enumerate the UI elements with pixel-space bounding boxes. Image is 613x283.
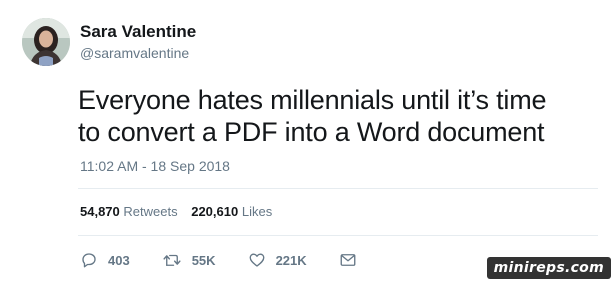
direct-message-button[interactable] <box>339 252 367 268</box>
tweet-timestamp[interactable]: 11:02 AM - 18 Sep 2018 <box>80 158 230 174</box>
envelope-icon <box>340 254 356 266</box>
divider <box>78 188 598 189</box>
likes-stat[interactable]: 220,610 Likes <box>191 204 282 219</box>
retweet-icon <box>163 254 181 266</box>
reply-count: 403 <box>108 252 130 268</box>
tweet-text: Everyone hates millennials until it’s ti… <box>78 84 598 148</box>
tweet-text-line: Everyone hates millennials until it’s ti… <box>78 85 547 115</box>
user-handle[interactable]: @saramvalentine <box>80 45 189 61</box>
profile-photo-icon <box>22 18 70 66</box>
retweet-button[interactable]: 55K <box>162 251 216 269</box>
likes-count: 220,610 <box>191 204 239 219</box>
like-count: 221K <box>275 252 307 268</box>
tweet-actions: 403 55K 221K <box>80 250 399 270</box>
tweet-text-line: to convert a PDF into a Word document <box>78 117 545 147</box>
tweet-card: Sara Valentine @saramvalentine Everyone … <box>0 0 613 283</box>
retweets-label: Retweets <box>123 204 178 219</box>
retweet-count: 55K <box>191 252 216 268</box>
retweets-count: 54,870 <box>80 204 120 219</box>
display-name[interactable]: Sara Valentine <box>80 22 196 42</box>
reply-icon <box>82 253 96 268</box>
heart-icon <box>249 253 264 267</box>
retweets-stat[interactable]: 54,870 Retweets <box>80 204 191 219</box>
like-button[interactable]: 221K <box>248 251 307 269</box>
avatar[interactable] <box>22 18 70 66</box>
divider <box>78 235 598 236</box>
watermark: minireps.com <box>486 257 611 279</box>
reply-button[interactable]: 403 <box>80 251 130 269</box>
likes-label: Likes <box>241 204 273 219</box>
tweet-stats: 54,870 Retweets 220,610 Likes <box>80 204 282 219</box>
